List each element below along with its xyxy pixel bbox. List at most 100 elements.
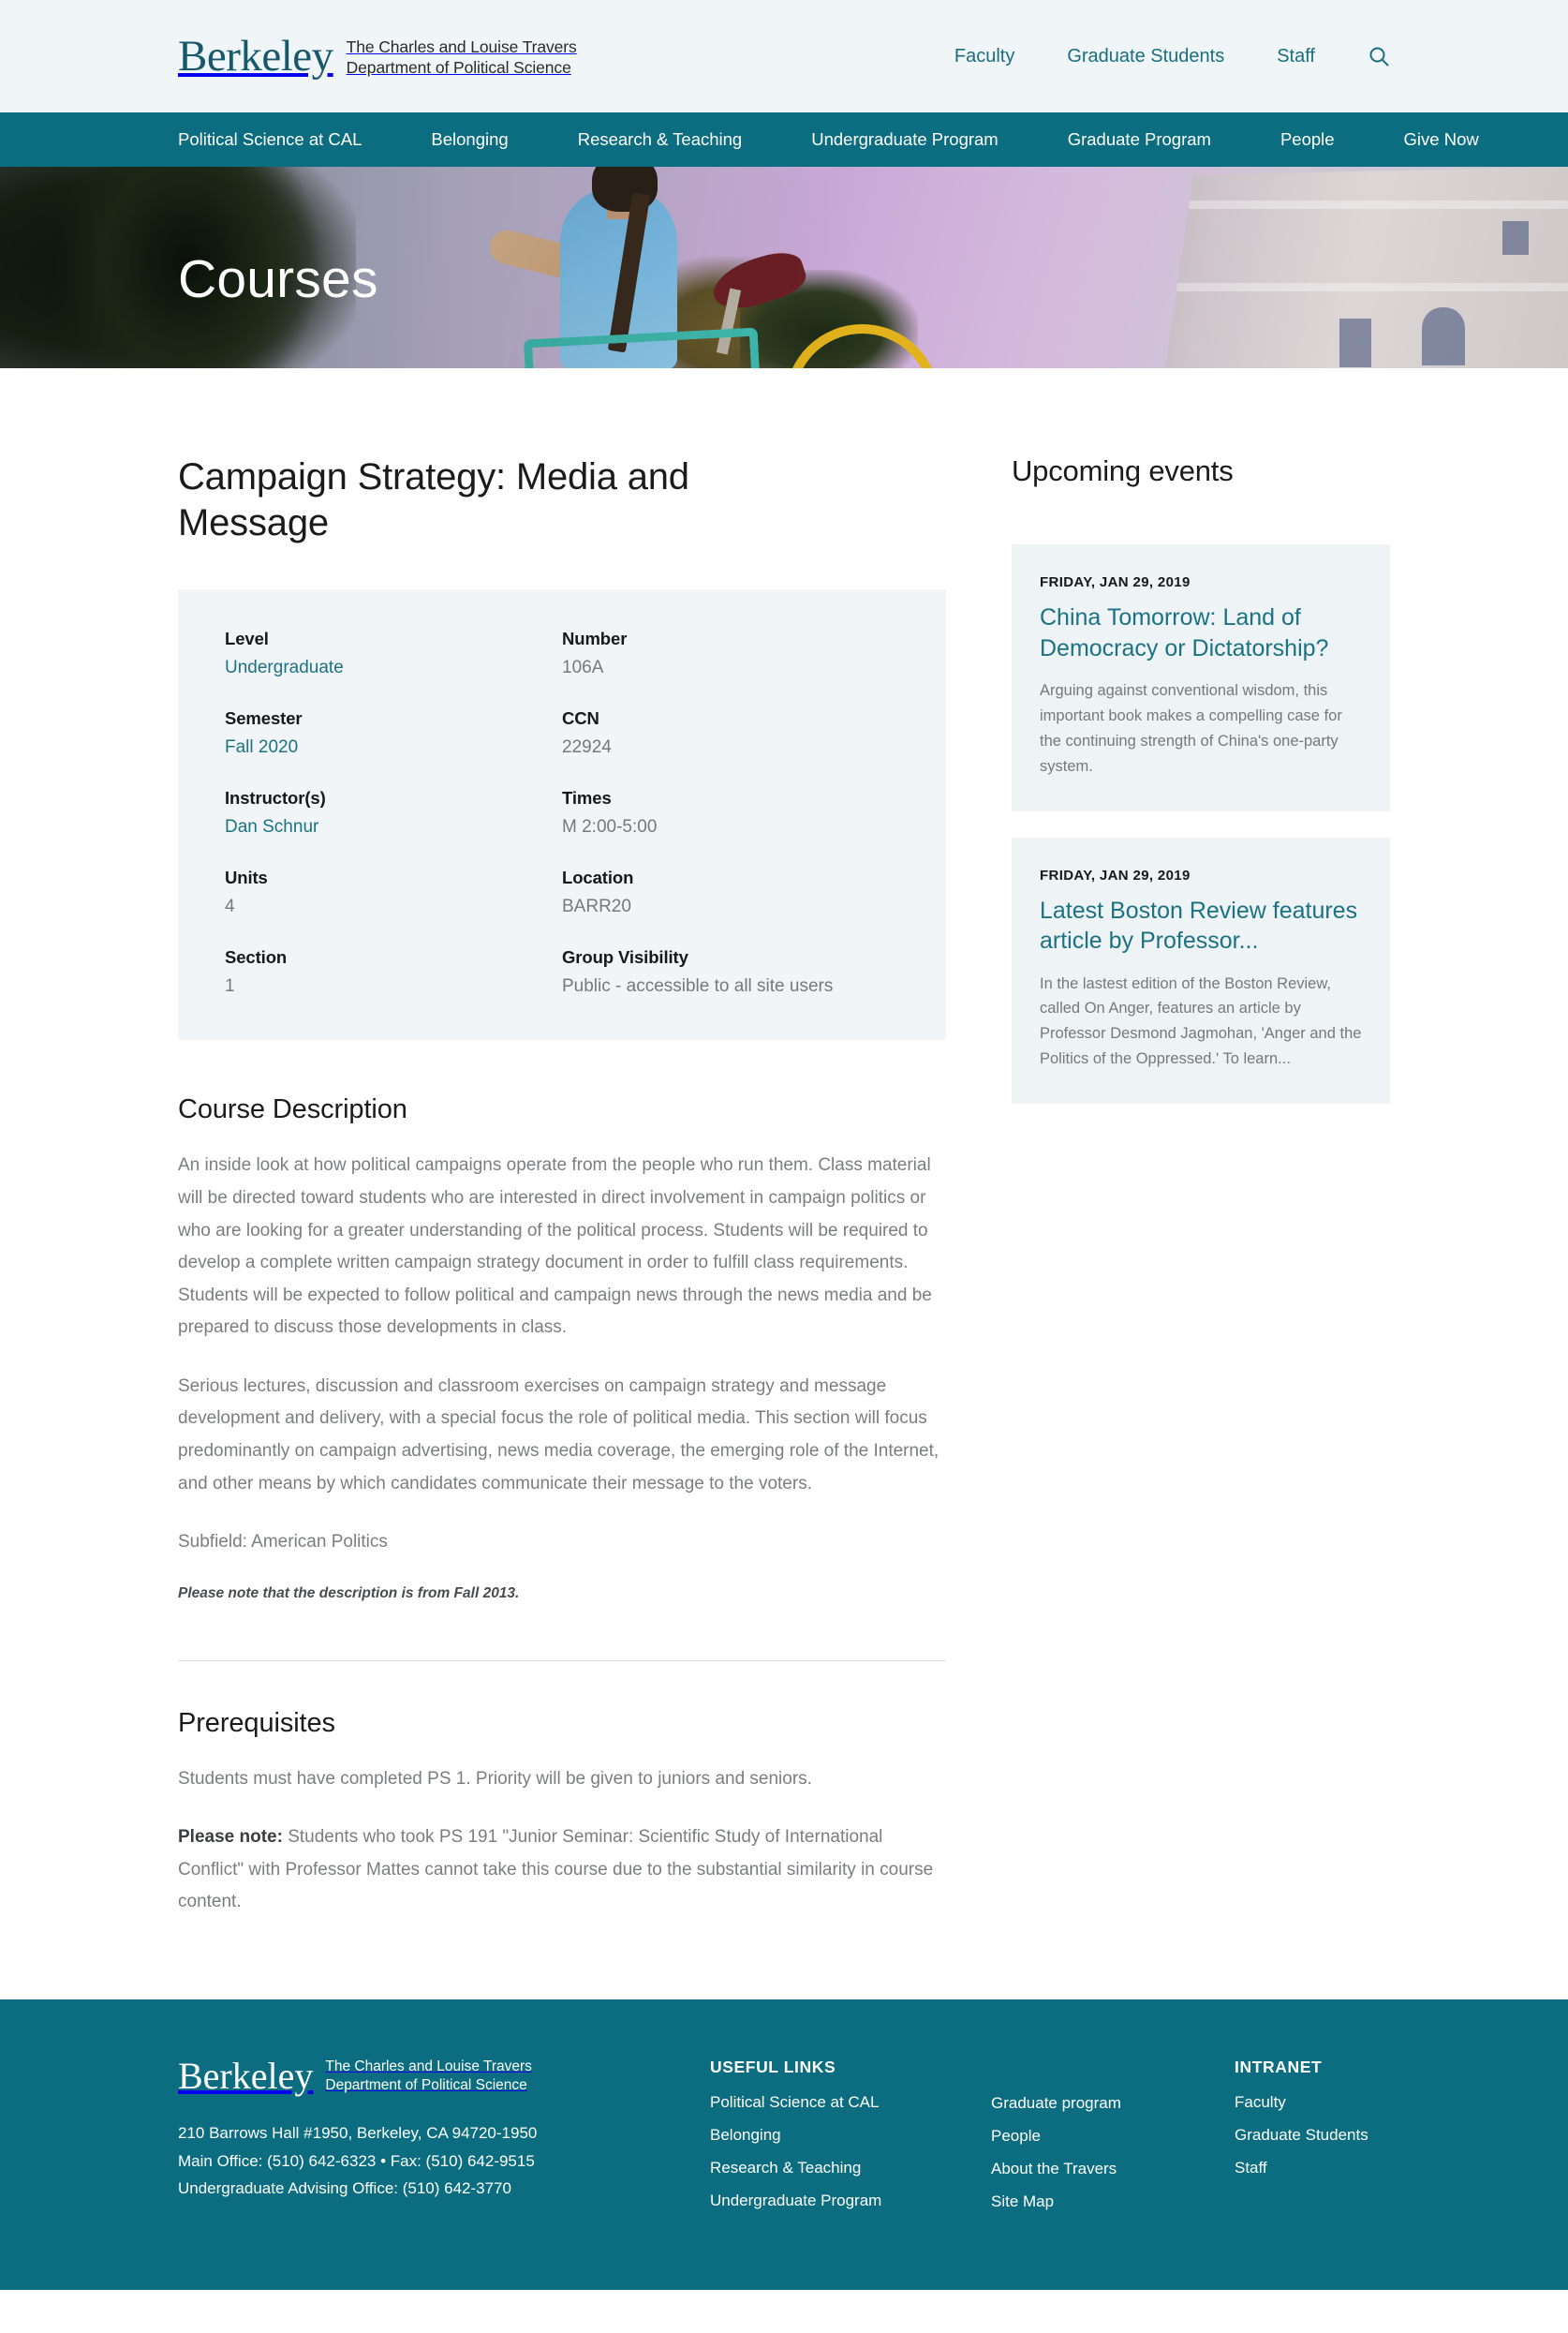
info-value-ccn: 22924 [562, 737, 612, 758]
info-label-group-visibility: Group Visibility [562, 947, 688, 968]
hero-banner: Courses [0, 167, 1568, 368]
info-item-times: Times M 2:00-5:00 [562, 788, 899, 838]
course-description-note: Please note that the description is from… [178, 1584, 520, 1601]
footer-advising-phone: Undergraduate Advising Office: (510) 642… [178, 2178, 511, 2197]
footer-link-about-the-travers[interactable]: About the Travers [991, 2159, 1235, 2179]
utility-nav-item-faculty[interactable]: Faculty [954, 46, 1014, 67]
event-description: In the lastest edition of the Boston Rev… [1040, 974, 1362, 1068]
info-item-number: Number 106A [562, 629, 899, 678]
footer-address: 210 Barrows Hall #1950, Berkeley, CA 947… [178, 2124, 538, 2143]
course-description-paragraph-2: Serious lectures, discussion and classro… [178, 1375, 939, 1493]
site-footer: Berkeley The Charles and Louise Travers … [0, 1999, 1568, 2291]
footer-logo-link[interactable]: Berkeley The Charles and Louise Travers … [178, 2058, 628, 2095]
nav-item-research-teaching[interactable]: Research & Teaching [578, 129, 743, 150]
footer-phone: Main Office: (510) 642-6323 • Fax: (510)… [178, 2151, 535, 2170]
info-label-semester: Semester [225, 708, 303, 729]
footer-link-graduate-program[interactable]: Graduate program [991, 2093, 1235, 2114]
event-title-link[interactable]: China Tomorrow: Land of Democracy or Dic… [1040, 602, 1362, 663]
course-info-right-column: Number 106A CCN 22924 Times M 2:00-5:00 … [562, 629, 899, 997]
footer-intranet-title: INTRANET [1235, 2058, 1323, 2077]
footer-link-columns: USEFUL LINKS Political Science at CAL Be… [710, 2058, 1441, 2224]
info-value-group-visibility: Public - accessible to all site users [562, 976, 834, 997]
footer-useful-links-column-2: Graduate program People About the Traver… [991, 2058, 1235, 2224]
info-value-level[interactable]: Undergraduate [225, 658, 344, 677]
footer-link-site-map[interactable]: Site Map [991, 2192, 1235, 2212]
info-item-instructors: Instructor(s) Dan Schnur [225, 788, 562, 838]
info-value-section: 1 [225, 976, 235, 997]
utility-nav-item-graduate-students[interactable]: Graduate Students [1067, 46, 1224, 67]
sidebar: Upcoming events FRIDAY, JAN 29, 2019 Chi… [1012, 454, 1390, 1130]
course-subfield: Subfield: American Politics [178, 1532, 388, 1553]
footer-link-research-teaching[interactable]: Research & Teaching [710, 2158, 991, 2178]
info-value-instructors[interactable]: Dan Schnur [225, 817, 318, 837]
info-item-group-visibility: Group Visibility Public - accessible to … [562, 947, 899, 997]
course-title: Campaign Strategy: Media and Message [178, 456, 689, 544]
info-value-location: BARR20 [562, 897, 631, 917]
footer-department-line1: The Charles and Louise Travers [325, 2058, 532, 2075]
hero-title: Courses [178, 249, 378, 309]
utility-nav-item-staff[interactable]: Staff [1277, 46, 1315, 67]
info-label-units: Units [225, 868, 268, 888]
section-divider [178, 1659, 946, 1661]
site-header: Berkeley The Charles and Louise Travers … [0, 0, 1568, 112]
info-label-number: Number [562, 629, 628, 649]
footer-intranet-link-staff[interactable]: Staff [1235, 2158, 1441, 2178]
prerequisites-heading: Prerequisites [178, 1707, 335, 1738]
course-description-paragraph-1: An inside look at how political campaign… [178, 1155, 932, 1338]
nav-item-people[interactable]: People [1280, 129, 1335, 150]
nav-item-give-now[interactable]: Give Now [1404, 129, 1479, 150]
upcoming-events-heading: Upcoming events [1012, 454, 1234, 487]
footer-brand-block: Berkeley The Charles and Louise Travers … [178, 2058, 628, 2202]
event-date: FRIDAY, JAN 29, 2019 [1040, 867, 1191, 884]
footer-intranet-column: INTRANET Faculty Graduate Students Staff [1235, 2058, 1441, 2224]
department-name-line1: The Charles and Louise Travers [346, 37, 577, 56]
event-date: FRIDAY, JAN 29, 2019 [1040, 574, 1191, 590]
info-value-times: M 2:00-5:00 [562, 817, 658, 838]
utility-nav: Faculty Graduate Students Staff [954, 45, 1390, 67]
info-label-level: Level [225, 629, 269, 649]
berkeley-wordmark: Berkeley [178, 31, 333, 81]
prerequisites-note: Please note: Students who took PS 191 "J… [178, 1821, 946, 1919]
department-name: The Charles and Louise Travers Departmen… [347, 35, 577, 79]
main-content-column: Campaign Strategy: Media and Message Lev… [178, 454, 946, 1919]
footer-link-undergraduate-program[interactable]: Undergraduate Program [710, 2191, 991, 2211]
info-value-units: 4 [225, 897, 235, 917]
info-item-section: Section 1 [225, 947, 562, 997]
info-label-location: Location [562, 868, 634, 888]
info-value-number: 106A [562, 658, 604, 678]
course-info-box: Level Undergraduate Semester Fall 2020 I… [178, 589, 946, 1041]
footer-link-political-science-at-cal[interactable]: Political Science at CAL [710, 2092, 991, 2113]
info-item-semester: Semester Fall 2020 [225, 708, 562, 758]
info-item-units: Units 4 [225, 868, 562, 917]
footer-contact-info: 210 Barrows Hall #1950, Berkeley, CA 947… [178, 2119, 628, 2202]
search-icon [1369, 47, 1389, 67]
footer-useful-links-title: USEFUL LINKS [710, 2058, 836, 2077]
footer-berkeley-wordmark: Berkeley [178, 2055, 314, 2098]
info-label-times: Times [562, 788, 612, 809]
search-button[interactable] [1368, 45, 1390, 67]
course-description-heading: Course Description [178, 1094, 407, 1125]
footer-link-belonging[interactable]: Belonging [710, 2125, 991, 2146]
event-card[interactable]: FRIDAY, JAN 29, 2019 China Tomorrow: Lan… [1012, 544, 1390, 811]
event-title-link[interactable]: Latest Boston Review features article by… [1040, 896, 1362, 957]
course-info-left-column: Level Undergraduate Semester Fall 2020 I… [225, 629, 562, 997]
footer-intranet-link-graduate-students[interactable]: Graduate Students [1235, 2125, 1441, 2146]
event-card[interactable]: FRIDAY, JAN 29, 2019 Latest Boston Revie… [1012, 837, 1390, 1105]
info-item-level: Level Undergraduate [225, 629, 562, 678]
site-logo-link[interactable]: Berkeley The Charles and Louise Travers … [178, 31, 577, 81]
page-body: Campaign Strategy: Media and Message Lev… [0, 368, 1568, 1919]
nav-item-graduate-program[interactable]: Graduate Program [1068, 129, 1211, 150]
nav-item-undergraduate-program[interactable]: Undergraduate Program [811, 129, 998, 150]
event-description: Arguing against conventional wisdom, thi… [1040, 682, 1342, 775]
info-label-instructors: Instructor(s) [225, 788, 326, 809]
footer-link-people[interactable]: People [991, 2126, 1235, 2147]
main-navigation: Political Science at CAL Belonging Resea… [0, 112, 1568, 167]
nav-item-political-science-at-cal[interactable]: Political Science at CAL [178, 129, 362, 150]
info-label-ccn: CCN [562, 708, 599, 729]
info-label-section: Section [225, 947, 288, 968]
info-item-location: Location BARR20 [562, 868, 899, 917]
info-value-semester[interactable]: Fall 2020 [225, 737, 298, 757]
prerequisites-note-label: Please note: [178, 1827, 283, 1848]
footer-intranet-link-faculty[interactable]: Faculty [1235, 2092, 1441, 2113]
nav-item-belonging[interactable]: Belonging [431, 129, 508, 150]
